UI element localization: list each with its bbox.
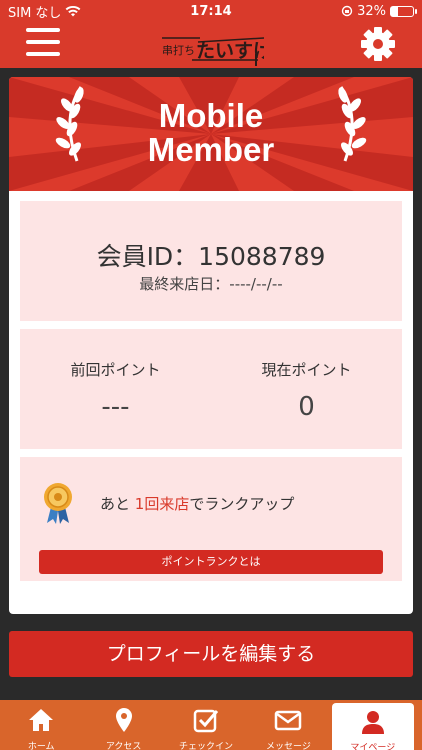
rank-highlight: 1回来店: [134, 495, 190, 513]
tab-mypage[interactable]: マイページ: [331, 703, 415, 750]
status-bar: SIM なし 17:14 32%: [0, 0, 422, 22]
tab-access-label: アクセス: [105, 742, 142, 750]
hamburger-menu-icon[interactable]: [26, 28, 60, 60]
tab-mypage-label: マイページ: [350, 743, 396, 750]
previous-points-value: ---: [101, 392, 130, 422]
member-panel: Mobile Member 会員ID：15088789 最終来店日：----/-…: [9, 77, 413, 614]
current-points-label: 現在ポイント: [261, 361, 352, 379]
previous-points: 前回ポイント ---: [20, 359, 211, 422]
tab-message[interactable]: メッセージ: [247, 700, 329, 750]
tab-checkin[interactable]: チェックイン: [165, 700, 247, 750]
last-visit-date: 最終来店日：----/--/--: [139, 275, 283, 293]
member-id-card: 会員ID：15088789 最終来店日：----/--/--: [20, 201, 402, 321]
tab-checkin-label: チェックイン: [179, 742, 234, 750]
rank-suffix: でランクアップ: [189, 495, 295, 513]
status-time: 17:14: [190, 3, 232, 19]
home-icon: [29, 709, 54, 731]
edit-profile-button[interactable]: プロフィールを編集する: [9, 631, 413, 677]
orientation-lock-icon: [341, 5, 353, 17]
battery-icon: [390, 5, 417, 17]
rank-card: あと 1回来店でランクアップ ポイントランクとは: [20, 457, 402, 581]
status-left: SIM なし: [8, 2, 81, 21]
banner-title-line2: Member: [147, 131, 275, 168]
checkin-icon: [193, 709, 219, 733]
member-banner: Mobile Member: [9, 77, 413, 191]
battery-percent: 32%: [357, 3, 386, 19]
mail-icon: [275, 710, 302, 731]
current-points-value: 0: [298, 392, 315, 422]
points-card: 前回ポイント --- 現在ポイント 0: [20, 329, 402, 449]
location-pin-icon: [115, 708, 132, 732]
status-right: 32%: [341, 3, 417, 19]
shop-logo: 串打ち たいすけ: [160, 24, 272, 66]
logo-small-text: 串打ち: [162, 43, 195, 57]
wifi-icon: [66, 5, 81, 17]
app-header: 串打ち たいすけ: [0, 22, 422, 68]
tab-access[interactable]: アクセス: [82, 700, 164, 750]
member-id: 会員ID：15088789: [96, 242, 326, 271]
rank-up-text: あと 1回来店でランクアップ: [100, 493, 294, 514]
bottom-tab-bar: ホーム アクセス チェックイン メッセージ マイページ: [0, 700, 422, 750]
banner-title-line1: Mobile: [158, 97, 264, 134]
point-rank-info-button[interactable]: ポイントランクとは: [39, 550, 383, 574]
user-icon: [361, 711, 384, 734]
carrier-text: SIM なし: [8, 5, 62, 21]
banner-title: Mobile Member: [9, 99, 413, 167]
battery-fill: [391, 6, 399, 16]
gear-icon[interactable]: [360, 26, 396, 62]
logo-text: たいすけ: [196, 40, 264, 62]
current-points: 現在ポイント 0: [211, 359, 402, 422]
previous-points-label: 前回ポイント: [70, 361, 161, 379]
medal-icon: [44, 483, 72, 524]
tab-message-label: メッセージ: [266, 742, 311, 750]
rank-prefix: あと: [100, 495, 135, 513]
tab-home-label: ホーム: [27, 742, 55, 750]
tab-home[interactable]: ホーム: [0, 700, 82, 750]
